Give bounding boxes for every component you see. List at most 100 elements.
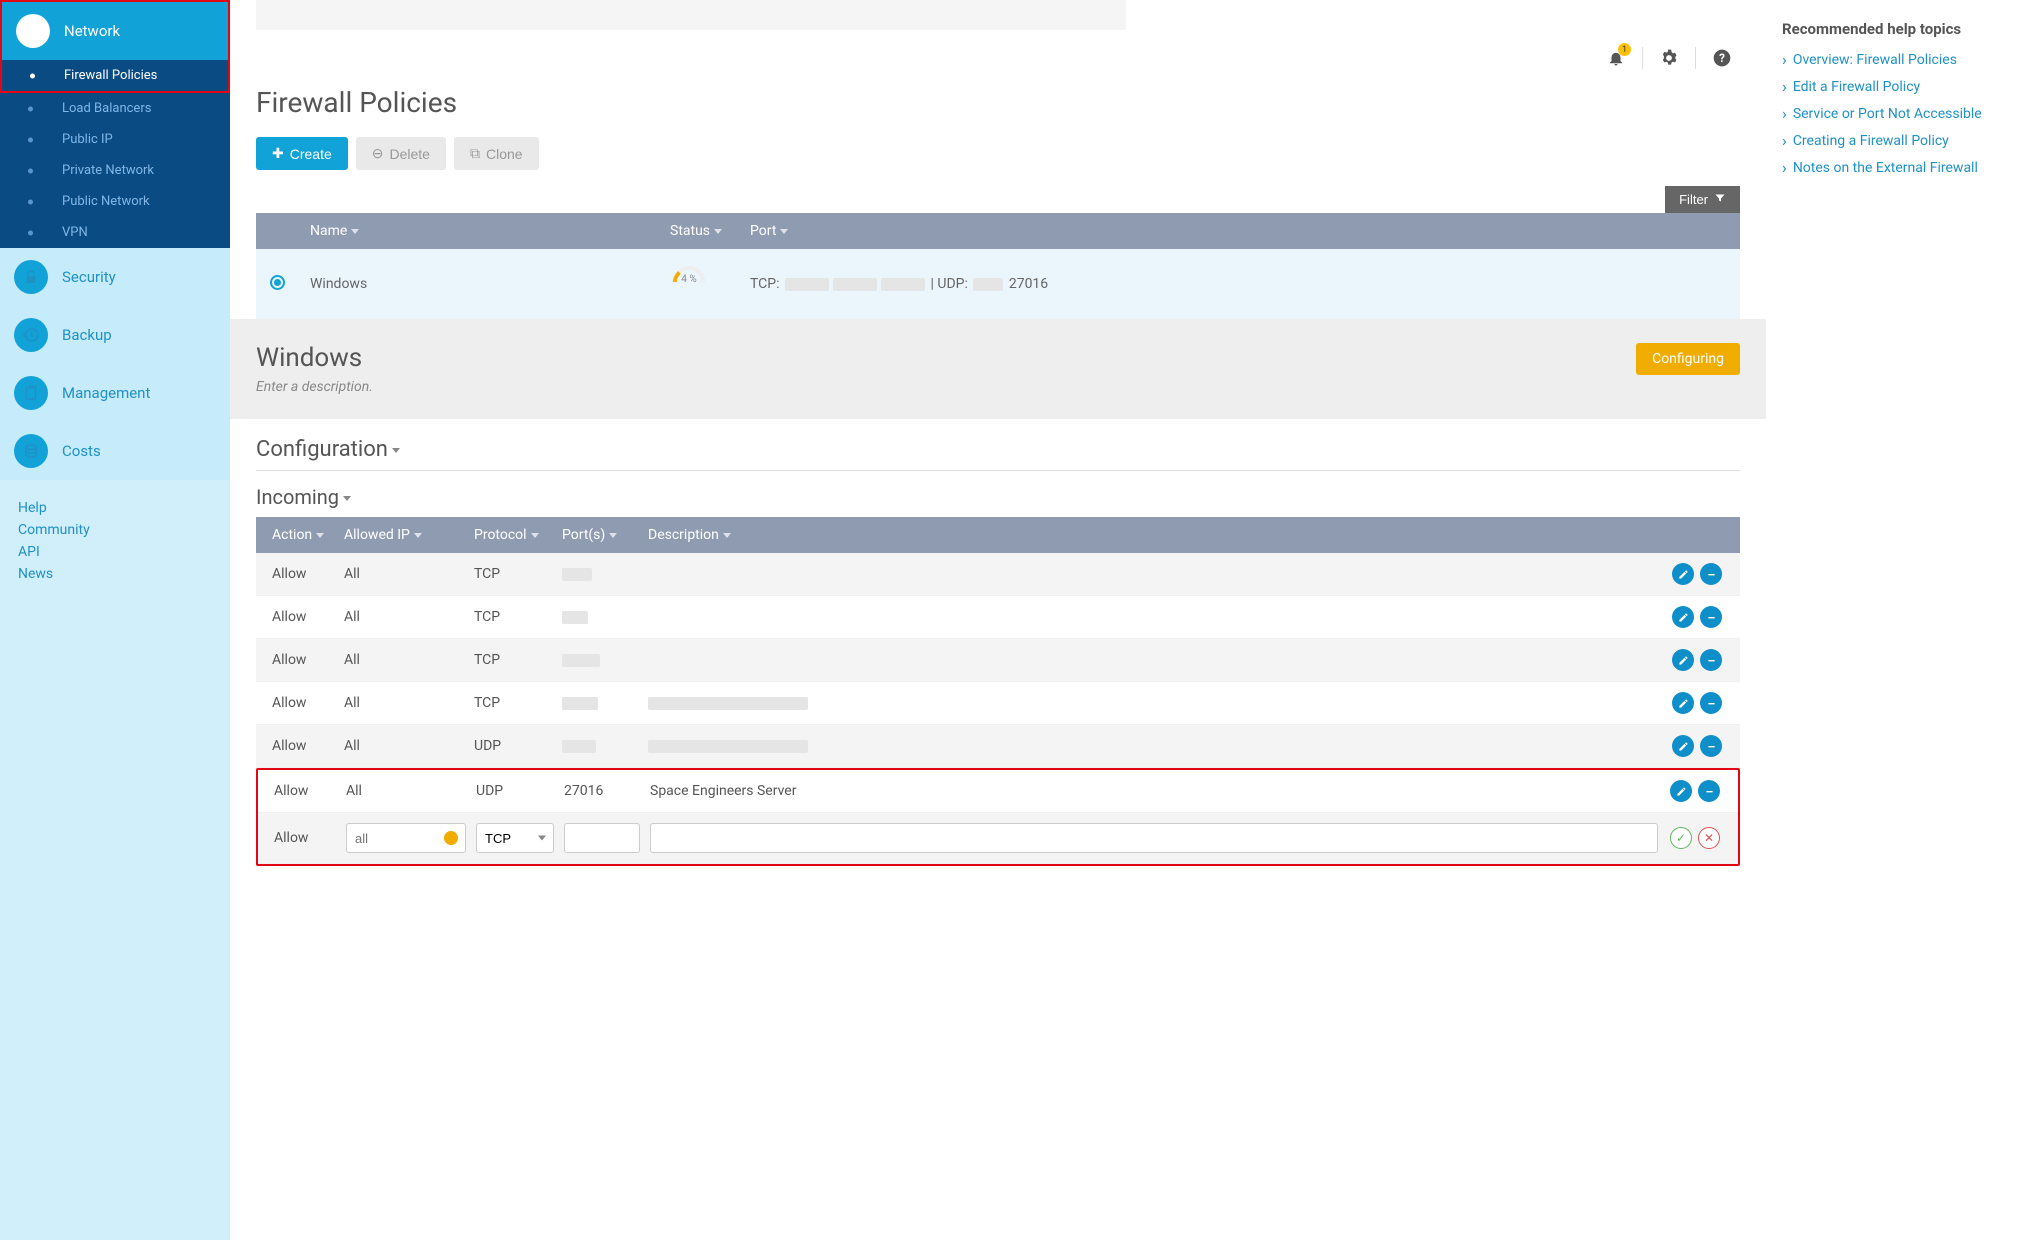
create-button[interactable]: ✚ Create <box>256 137 348 170</box>
network-subnav-rest: Load Balancers Public IP Private Network… <box>0 93 230 248</box>
cancel-rule-button[interactable]: ✕ <box>1698 827 1720 849</box>
sidebar-item-label: Costs <box>62 442 101 460</box>
sidebar-item-backup[interactable]: Backup <box>0 306 230 364</box>
sidebar-item-private-network[interactable]: Private Network <box>0 155 230 186</box>
col-allowed-ip[interactable]: Allowed IP <box>344 527 474 543</box>
sidebar-item-public-network[interactable]: Public Network <box>0 186 230 217</box>
rules-table: Action Allowed IP Protocol Port(s) Descr… <box>256 517 1740 866</box>
col-name[interactable]: Name <box>310 223 670 239</box>
sidebar-item-firewall-policies[interactable]: Firewall Policies <box>2 60 228 91</box>
clone-icon: ⧉ <box>470 145 480 162</box>
col-action[interactable]: Action <box>264 527 344 543</box>
policy-ports: TCP: | UDP: 27016 <box>750 276 1726 292</box>
description-input[interactable] <box>650 823 1658 853</box>
warning-icon <box>444 831 458 845</box>
rule-row: Allow All TCP <box>256 639 1740 682</box>
sidebar-item-label: Backup <box>62 326 112 344</box>
action-buttons: ✚ Create ⊖ Delete ⧉ Clone <box>256 137 1740 170</box>
rules-header: Action Allowed IP Protocol Port(s) Descr… <box>256 517 1740 553</box>
help-button[interactable]: ? <box>1704 40 1740 76</box>
radio-select[interactable] <box>270 275 285 290</box>
footer-link-api[interactable]: API <box>18 544 212 560</box>
footer-link-community[interactable]: Community <box>18 522 212 538</box>
main-content: 1 ? Firewall Policies ✚ Create ⊖ Delete … <box>230 0 1766 1240</box>
sidebar-item-network[interactable]: Network <box>2 2 228 60</box>
delete-button[interactable]: ⊖ Delete <box>356 137 446 170</box>
page-title: Firewall Policies <box>256 86 1740 119</box>
separator <box>1695 47 1696 69</box>
remove-rule-button[interactable] <box>1698 780 1720 802</box>
lock-icon <box>14 260 48 294</box>
rule-row: Allow All TCP <box>256 682 1740 725</box>
sidebar-item-management[interactable]: Management <box>0 364 230 422</box>
ports-input[interactable] <box>564 823 640 853</box>
remove-rule-button[interactable] <box>1700 649 1722 671</box>
remove-rule-button[interactable] <box>1700 563 1722 585</box>
new-rule-row: Allow TCP <box>258 813 1738 864</box>
remove-rule-button[interactable] <box>1700 735 1722 757</box>
filter-button[interactable]: Filter <box>1665 186 1740 213</box>
settings-button[interactable] <box>1651 40 1687 76</box>
history-icon <box>14 318 48 352</box>
remove-rule-button[interactable] <box>1700 692 1722 714</box>
help-link[interactable]: Overview: Firewall Policies <box>1782 50 2010 69</box>
notification-badge: 1 <box>1618 43 1631 56</box>
edit-rule-button[interactable] <box>1672 606 1694 628</box>
help-link[interactable]: Edit a Firewall Policy <box>1782 77 2010 96</box>
edit-rule-button[interactable] <box>1672 563 1694 585</box>
rule-row: Allow All UDP <box>256 725 1740 768</box>
footer-link-news[interactable]: News <box>18 566 212 582</box>
footer-link-help[interactable]: Help <box>18 500 212 516</box>
incoming-header[interactable]: Incoming <box>256 485 1740 509</box>
coins-icon <box>14 434 48 468</box>
plus-icon: ✚ <box>272 145 284 162</box>
detail-description[interactable]: Enter a description. <box>256 379 373 395</box>
sidebar-item-label: Security <box>62 268 116 286</box>
help-link[interactable]: Creating a Firewall Policy <box>1782 131 2010 150</box>
globe-icon <box>16 14 50 48</box>
rule-row: Allow All TCP <box>256 596 1740 639</box>
policy-row[interactable]: Windows 4 % TCP: | UDP: 27016 <box>256 249 1740 319</box>
help-panel: Recommended help topics Overview: Firewa… <box>1766 0 2026 1240</box>
confirm-rule-button[interactable]: ✓ <box>1670 827 1692 849</box>
help-link[interactable]: Service or Port Not Accessible <box>1782 104 2010 123</box>
edit-rule-button[interactable] <box>1672 735 1694 757</box>
col-ports[interactable]: Port(s) <box>562 527 648 543</box>
network-subnav: Firewall Policies <box>2 60 228 91</box>
col-port[interactable]: Port <box>750 223 1726 239</box>
status-gauge: 4 % <box>670 263 708 283</box>
edit-rule-button[interactable] <box>1670 780 1692 802</box>
clone-button[interactable]: ⧉ Clone <box>454 137 539 170</box>
svg-text:?: ? <box>1719 51 1725 65</box>
sidebar-item-label: Management <box>62 384 150 402</box>
clipboard-icon <box>14 376 48 410</box>
col-protocol[interactable]: Protocol <box>474 527 562 543</box>
rule-row: Allow All TCP <box>256 553 1740 596</box>
sidebar-item-public-ip[interactable]: Public IP <box>0 124 230 155</box>
sidebar-item-security[interactable]: Security <box>0 248 230 306</box>
policy-detail: Windows Enter a description. Configuring <box>230 319 1766 419</box>
col-description[interactable]: Description <box>648 527 1660 543</box>
policy-name: Windows <box>310 276 670 292</box>
help-link[interactable]: Notes on the External Firewall <box>1782 158 2010 177</box>
sidebar-item-vpn[interactable]: VPN <box>0 217 230 248</box>
policies-header: Name Status Port <box>256 213 1740 249</box>
help-title: Recommended help topics <box>1782 20 2010 38</box>
minus-icon: ⊖ <box>372 145 384 162</box>
remove-rule-button[interactable] <box>1700 606 1722 628</box>
protocol-select[interactable]: TCP <box>476 823 554 853</box>
notifications-button[interactable]: 1 <box>1598 40 1634 76</box>
sidebar: Network Firewall Policies Load Balancers… <box>0 0 230 1240</box>
filter-icon <box>1714 192 1726 207</box>
policies-table: Name Status Port Windows 4 % TCP: | UDP: <box>256 213 1740 319</box>
status-badge: Configuring <box>1636 343 1740 375</box>
configuration-header[interactable]: Configuration <box>256 437 1740 471</box>
sidebar-item-costs[interactable]: Costs <box>0 422 230 480</box>
sidebar-item-load-balancers[interactable]: Load Balancers <box>0 93 230 124</box>
edit-rule-button[interactable] <box>1672 649 1694 671</box>
col-status[interactable]: Status <box>670 223 750 239</box>
sidebar-footer-links: Help Community API News <box>0 500 230 588</box>
edit-rule-button[interactable] <box>1672 692 1694 714</box>
detail-name: Windows <box>256 343 373 373</box>
separator <box>1642 47 1643 69</box>
